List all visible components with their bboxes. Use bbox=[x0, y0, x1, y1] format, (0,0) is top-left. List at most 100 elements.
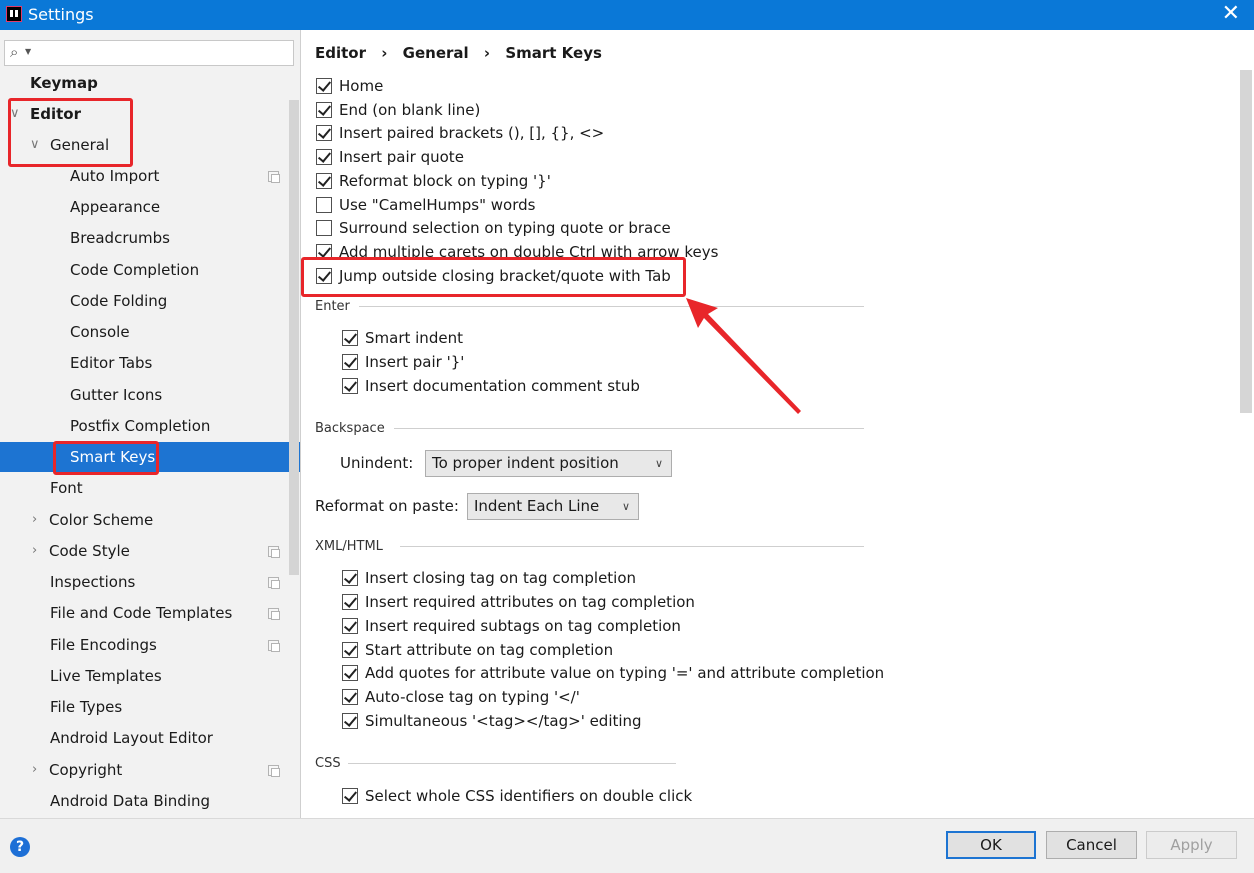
annotation-arrow-icon bbox=[686, 298, 801, 414]
sidebar-item-label: Live Templates bbox=[50, 667, 162, 685]
close-icon[interactable]: ✕ bbox=[1222, 3, 1240, 25]
sidebar-item-gutter-icons[interactable]: Gutter Icons bbox=[0, 380, 300, 410]
checkbox[interactable] bbox=[342, 378, 358, 394]
breadcrumb-separator: › bbox=[381, 44, 388, 62]
dialog-footer: ? OK Cancel Apply bbox=[0, 818, 1254, 873]
sidebar-item-editor-tabs[interactable]: Editor Tabs bbox=[0, 348, 300, 378]
unindent-select[interactable]: To proper indent position ∨ bbox=[425, 450, 672, 477]
sidebar-item-label: Code Style bbox=[49, 542, 130, 560]
checkbox[interactable] bbox=[342, 594, 358, 610]
cancel-button[interactable]: Cancel bbox=[1046, 831, 1137, 859]
settings-content: Editor › General › Smart Keys Home End (… bbox=[302, 30, 1254, 818]
sidebar-item-copyright[interactable]: › Copyright bbox=[0, 755, 300, 785]
sidebar-item-file-and-code-templates[interactable]: File and Code Templates bbox=[0, 598, 300, 628]
sidebar-item-keymap[interactable]: Keymap bbox=[0, 68, 300, 98]
sidebar-item-breadcrumbs[interactable]: Breadcrumbs bbox=[0, 223, 300, 253]
project-settings-icon bbox=[268, 577, 280, 589]
checkbox-label: Smart indent bbox=[365, 329, 463, 347]
checkbox-label: Simultaneous '<tag></tag>' editing bbox=[365, 712, 642, 730]
sidebar-item-console[interactable]: Console bbox=[0, 317, 300, 347]
apply-button[interactable]: Apply bbox=[1146, 831, 1237, 859]
breadcrumb-item: General bbox=[402, 44, 469, 62]
checkbox-label: Add quotes for attribute value on typing… bbox=[365, 664, 885, 682]
checkbox[interactable] bbox=[342, 713, 358, 729]
checkbox-label: Insert paired brackets (), [], {}, <> bbox=[339, 124, 605, 142]
checkbox[interactable] bbox=[342, 570, 358, 586]
reformat-on-paste-label: Reformat on paste: bbox=[315, 497, 459, 515]
chevron-down-icon: ∨ bbox=[621, 500, 630, 513]
section-title-backspace: Backspace bbox=[315, 421, 385, 436]
checkbox[interactable] bbox=[342, 330, 358, 346]
section-title-css: CSS bbox=[315, 756, 341, 771]
sidebar-item-label: Inspections bbox=[50, 573, 136, 591]
checkbox-label: Insert pair quote bbox=[339, 148, 464, 166]
chevron-right-icon[interactable]: › bbox=[32, 505, 37, 535]
reformat-on-paste-select[interactable]: Indent Each Line ∨ bbox=[467, 493, 639, 520]
checkbox-label: Use "CamelHumps" words bbox=[339, 196, 536, 214]
checkbox-label: Surround selection on typing quote or br… bbox=[339, 219, 671, 237]
sidebar-item-file-types[interactable]: File Types bbox=[0, 692, 300, 722]
sidebar-item-inspections[interactable]: Inspections bbox=[0, 567, 300, 597]
sidebar-item-code-style[interactable]: › Code Style bbox=[0, 536, 300, 566]
checkbox-label: Start attribute on tag completion bbox=[365, 641, 614, 659]
content-scrollbar[interactable] bbox=[1240, 70, 1252, 413]
sidebar-item-appearance[interactable]: Appearance bbox=[0, 192, 300, 222]
sidebar-item-label: Copyright bbox=[49, 761, 123, 779]
project-settings-icon bbox=[268, 640, 280, 652]
sidebar-item-label: Code Folding bbox=[70, 292, 168, 310]
sidebar-item-color-scheme[interactable]: › Color Scheme bbox=[0, 505, 300, 535]
checkbox-label: Home bbox=[339, 77, 384, 95]
checkbox-label: Select whole CSS identifiers on double c… bbox=[365, 787, 693, 805]
checkbox[interactable] bbox=[316, 78, 332, 94]
chevron-down-icon: ∨ bbox=[654, 457, 663, 470]
sidebar-item-label: File and Code Templates bbox=[50, 604, 233, 622]
sidebar-item-label: Color Scheme bbox=[49, 511, 154, 529]
sidebar-item-label: Android Data Binding bbox=[50, 792, 211, 810]
sidebar-item-android-data-binding[interactable]: Android Data Binding bbox=[0, 786, 300, 816]
checkbox[interactable] bbox=[316, 102, 332, 118]
unindent-label: Unindent: bbox=[340, 454, 414, 472]
checkbox[interactable] bbox=[342, 642, 358, 658]
checkbox[interactable] bbox=[316, 220, 332, 236]
checkbox[interactable] bbox=[316, 173, 332, 189]
search-input[interactable]: ⌕ ▼ bbox=[4, 40, 294, 66]
ok-button[interactable]: OK bbox=[946, 831, 1036, 859]
project-settings-icon bbox=[268, 546, 280, 558]
checkbox[interactable] bbox=[342, 354, 358, 370]
breadcrumb-separator: › bbox=[483, 44, 491, 62]
checkbox-label: Reformat block on typing '}' bbox=[339, 172, 551, 190]
breadcrumb: Editor › General › Smart Keys bbox=[315, 44, 612, 62]
title-bar: Settings ✕ bbox=[0, 0, 1254, 30]
checkbox[interactable] bbox=[342, 665, 358, 681]
checkbox[interactable] bbox=[316, 125, 332, 141]
checkbox[interactable] bbox=[342, 618, 358, 634]
sidebar-item-label: Font bbox=[50, 479, 83, 497]
checkbox[interactable] bbox=[316, 149, 332, 165]
sidebar-item-live-templates[interactable]: Live Templates bbox=[0, 661, 300, 691]
section-title-enter: Enter bbox=[315, 299, 350, 314]
annotation-box-editor-general bbox=[8, 98, 133, 167]
sidebar-item-file-encodings[interactable]: File Encodings bbox=[0, 630, 300, 660]
chevron-right-icon[interactable]: › bbox=[32, 755, 37, 785]
sidebar-item-label: Keymap bbox=[30, 74, 98, 92]
section-divider bbox=[400, 546, 864, 547]
intellij-icon bbox=[6, 6, 22, 22]
help-icon[interactable]: ? bbox=[10, 837, 30, 857]
checkbox-label: Insert closing tag on tag completion bbox=[365, 569, 637, 587]
checkbox[interactable] bbox=[342, 788, 358, 804]
checkbox[interactable] bbox=[342, 689, 358, 705]
window-title: Settings bbox=[28, 5, 94, 24]
sidebar-item-android-layout-editor[interactable]: Android Layout Editor bbox=[0, 723, 300, 753]
sidebar-item-label: Postfix Completion bbox=[70, 417, 211, 435]
sidebar-item-code-completion[interactable]: Code Completion bbox=[0, 255, 300, 285]
checkbox-label: Insert required subtags on tag completio… bbox=[365, 617, 681, 635]
sidebar-item-postfix-completion[interactable]: Postfix Completion bbox=[0, 411, 300, 441]
checkbox[interactable] bbox=[316, 197, 332, 213]
chevron-right-icon[interactable]: › bbox=[32, 536, 37, 566]
sidebar-item-font[interactable]: Font bbox=[0, 473, 300, 503]
checkbox-label: End (on blank line) bbox=[339, 101, 481, 119]
checkbox-label: Insert required attributes on tag comple… bbox=[365, 593, 695, 611]
section-divider bbox=[348, 763, 676, 764]
sidebar-scrollbar[interactable] bbox=[289, 100, 299, 575]
sidebar-item-code-folding[interactable]: Code Folding bbox=[0, 286, 300, 316]
